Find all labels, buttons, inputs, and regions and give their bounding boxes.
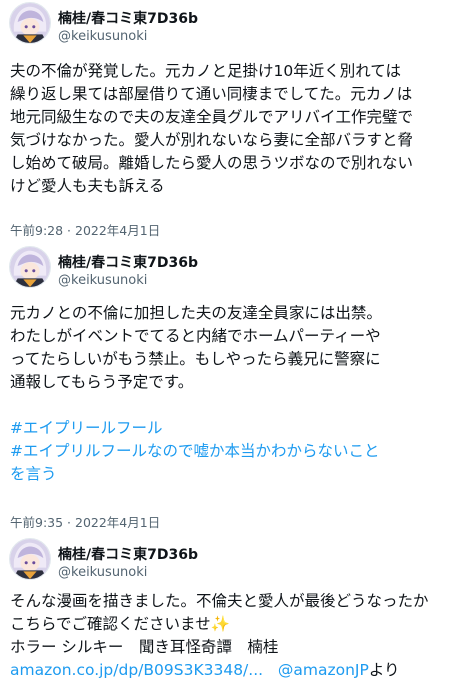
hashtag-link[interactable]: #エイプリールフール [10,417,442,440]
display-name[interactable]: 楠桂/春コミ東7D36b [58,544,198,564]
text-line: ってたらしいがもう禁止。もしやったら義兄に警察に [10,350,381,368]
handle[interactable]: @keikusunoki [58,29,147,44]
hashtag-link[interactable]: を言う [10,463,442,486]
text-line: けど愛人も夫も訴える [10,177,165,195]
avatar[interactable] [9,246,51,288]
link-line: amazon.co.jp/dp/B09S3K3348/... @amazonJP… [10,659,442,682]
text-line: そんな漫画を描きました。不倫夫と愛人が最後どうなったか [10,592,429,610]
text-line: 気づけなかった。愛人が別れないなら妻に全部バラすと脅 [10,131,414,149]
display-name[interactable]: 楠桂/春コミ東7D36b [58,8,198,28]
avatar-illustration-icon [10,3,50,43]
text-line: 繰り返し果ては部屋借りて通い同棲までしてた。元カノは [10,85,413,103]
text-line: こちらでご確認くださいませ✨ [10,615,230,633]
tweet-3: 楠桂/春コミ東7D36b @keikusunoki そんな漫画を描きました。不倫… [0,536,450,679]
hashtag-link[interactable]: #エイプリルフールなので嘘か本当かわからないこと [10,440,442,463]
avatar[interactable] [9,538,51,580]
link-spacer [268,661,273,679]
display-name[interactable]: 楠桂/春コミ東7D36b [58,252,198,272]
handle[interactable]: @keikusunoki [58,273,147,288]
tweet-1: 楠桂/春コミ東7D36b @keikusunoki 夫の不倫が発覚した。元カノと… [0,0,450,238]
handle[interactable]: @keikusunoki [58,565,147,580]
avatar[interactable] [9,2,51,44]
text-line: 地元同級生なので夫の友達全員グルでアリバイ工作完璧で [10,108,414,126]
tweet-header: 楠桂/春コミ東7D36b @keikusunoki [0,244,450,296]
text-line: わたしがイベントでてると内緒でホームパーティーや [10,327,381,345]
tweet-header: 楠桂/春コミ東7D36b @keikusunoki [0,536,450,588]
link-suffix: より [368,661,400,679]
tweet-header: 楠桂/春コミ東7D36b @keikusunoki [0,0,450,52]
amazon-link[interactable]: amazon.co.jp/dp/B09S3K3348/... [10,661,263,679]
avatar-illustration-icon [10,247,50,287]
text-line: し始めて破局。離婚したら愛人の思うツボなので別れない [10,154,414,172]
text-line: 元カノとの不倫に加担した夫の友達全員家には出禁。 [10,304,382,322]
tweet-2: 楠桂/春コミ東7D36b @keikusunoki 元カノとの不倫に加担した夫の… [0,244,450,530]
amazon-mention-link[interactable]: @amazonJP [278,661,369,679]
text-line: 通報してもらう予定です。 [10,373,194,391]
text-line: 夫の不倫が発覚した。元カノと足掛け10年近く別れては [10,62,401,80]
timestamp[interactable]: 午前9:35 · 2022年4月1日 [10,512,160,531]
tweet-text: そんな漫画を描きました。不倫夫と愛人が最後どうなったか こちらでご確認くださいま… [10,590,442,682]
timestamp[interactable]: 午前9:28 · 2022年4月1日 [10,220,160,239]
tweet-text: 元カノとの不倫に加担した夫の友達全員家には出禁。 わたしがイベントでてると内緒で… [10,302,442,486]
tweet-text: 夫の不倫が発覚した。元カノと足掛け10年近く別れては 繰り返し果ては部屋借りて通… [10,60,442,198]
text-line: ホラー シルキー 聞き耳怪奇譚 楠桂 [10,638,279,656]
avatar-illustration-icon [10,539,50,579]
